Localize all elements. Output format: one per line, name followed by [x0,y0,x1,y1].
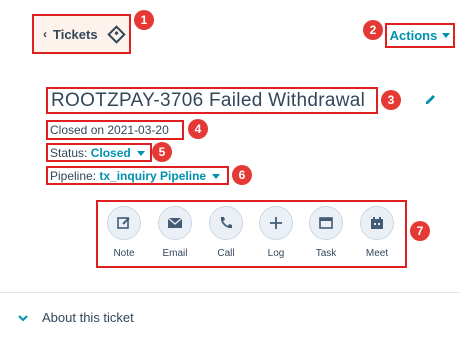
email-action[interactable]: Email [155,206,195,259]
task-action[interactable]: Task [306,206,346,259]
email-label: Email [162,248,188,259]
chevron-down-icon [18,310,28,325]
call-action[interactable]: Call [206,206,246,259]
log-label: Log [267,248,285,259]
annotation-badge-6: 6 [232,165,252,185]
pipeline-value[interactable]: tx_inquiry Pipeline [99,169,206,183]
annotation-badge-5: 5 [152,142,172,162]
email-icon[interactable] [158,206,192,240]
ticket-icon [106,24,126,44]
caret-down-icon [442,33,451,38]
tickets-label: Tickets [53,26,98,42]
status-field[interactable]: Status: Closed [46,143,152,162]
pipeline-field[interactable]: Pipeline: tx_inquiry Pipeline [46,166,229,185]
status-caret-icon [137,151,146,157]
annotation-badge-2: 2 [363,20,383,40]
pipeline-label: Pipeline: [50,169,97,183]
about-ticket-toggle[interactable]: About this ticket [18,310,134,325]
calendar-icon[interactable] [360,206,394,240]
task-label: Task [315,248,337,259]
closed-date: Closed on 2021-03-20 [46,120,184,140]
note-icon[interactable] [107,206,141,240]
meet-action[interactable]: Meet [357,206,397,259]
note-label: Note [113,248,135,259]
actions-dropdown-button[interactable]: Actions [385,23,455,48]
log-action[interactable]: Log [256,206,296,259]
closed-date-text: Closed on 2021-03-20 [50,123,169,137]
call-label: Call [217,248,235,259]
chevron-left-icon: ‹ [43,27,47,41]
annotation-badge-1: 1 [134,10,154,30]
section-divider [0,292,460,293]
edit-pencil-icon[interactable] [424,92,438,111]
activity-actions-bar: Note Email Call Log Task Meet [96,200,407,268]
plus-icon[interactable] [259,206,293,240]
about-ticket-label: About this ticket [42,310,134,325]
actions-label: Actions [389,28,438,43]
annotation-badge-7: 7 [410,221,430,241]
status-label: Status: [50,146,88,160]
note-action[interactable]: Note [104,206,144,259]
tickets-back-link[interactable]: ‹ Tickets [32,14,131,54]
annotation-badge-4: 4 [188,119,208,139]
pipeline-caret-icon [212,174,221,180]
annotation-badge-3: 3 [381,90,401,110]
task-icon[interactable] [309,206,343,240]
phone-icon[interactable] [209,206,243,240]
ticket-title: ROOTZPAY-3706 Failed Withdrawal [46,87,378,114]
meet-label: Meet [365,248,389,259]
status-value[interactable]: Closed [91,146,131,160]
